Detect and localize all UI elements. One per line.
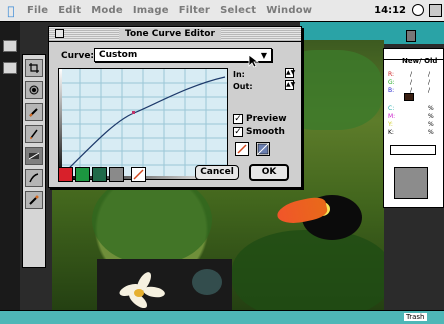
curve-grid [59, 69, 227, 179]
smooth-checkbox[interactable]: ✓ [233, 127, 243, 137]
curve-label: Curve: [61, 51, 95, 61]
close-box[interactable] [55, 29, 64, 38]
palette-collapse-icon[interactable] [406, 30, 416, 42]
channel-pen-button[interactable] [131, 167, 146, 182]
info-palette-title: New/ Old [402, 57, 438, 65]
menu-image[interactable]: Image [128, 5, 174, 16]
tone-curve-graph[interactable] [58, 68, 228, 180]
trash-label[interactable]: Trash [404, 313, 427, 321]
input-stepper[interactable]: ▲▼ [285, 68, 295, 78]
menu-select[interactable]: Select [215, 5, 261, 16]
info-old-b: / [428, 87, 431, 94]
channel-gray-swatch[interactable] [109, 167, 124, 182]
info-label-m: M: [388, 113, 396, 120]
info-palette: New/ Old R: / / G: / / B: / / C: % M: % … [383, 48, 444, 208]
info-old-g: / [428, 79, 431, 86]
info-label-k: K: [388, 129, 394, 136]
curve-select[interactable]: Custom ▼ [94, 48, 272, 62]
info-readout-field [390, 145, 436, 155]
menu-file[interactable]: File [22, 5, 53, 16]
flower-photo [97, 259, 232, 310]
foreground-color-swatch[interactable] [394, 167, 428, 199]
smudge-tool-icon [29, 173, 39, 183]
channel-blue-swatch[interactable] [92, 167, 107, 182]
menu-mode[interactable]: Mode [86, 5, 128, 16]
smudge-tool[interactable] [25, 169, 43, 187]
output-stepper[interactable]: ▲▼ [285, 80, 295, 90]
crop-tool-icon [29, 63, 39, 73]
info-label-b: B: [388, 87, 395, 94]
info-old-k: % [428, 129, 434, 136]
input-value-label: In: [233, 70, 245, 79]
desktop-bottom-bar [0, 310, 444, 324]
mouse-cursor-icon [248, 54, 260, 68]
cancel-button[interactable]: Cancel [195, 165, 239, 180]
point-curve-tool[interactable] [256, 142, 270, 156]
tool-palette [22, 54, 46, 268]
info-old-m: % [428, 113, 434, 120]
document-icon[interactable] [3, 62, 17, 74]
brush-tool[interactable] [25, 103, 43, 121]
chevron-down-icon: ▼ [260, 51, 267, 60]
preview-label[interactable]: Preview [246, 114, 287, 124]
apple-icon[interactable]:  [0, 4, 22, 18]
gradient-tool[interactable] [25, 147, 43, 165]
menu-filter[interactable]: Filter [174, 5, 215, 16]
info-old-r: / [428, 71, 431, 78]
sample-color-swatch [404, 93, 414, 101]
menu-clock: 14:12 [374, 5, 406, 16]
foliage-shape [92, 175, 212, 265]
freehand-curve-tool[interactable] [235, 142, 249, 156]
info-old-y: % [428, 121, 434, 128]
pen-icon [133, 169, 144, 180]
tone-curve-editor-dialog: Tone Curve Editor Curve: Custom ▼ In: ▲▼ [48, 26, 302, 188]
info-label-y: Y: [388, 121, 393, 128]
curve-control-point[interactable] [132, 111, 135, 114]
channel-red-swatch[interactable] [58, 167, 73, 182]
brush-tool-icon [29, 108, 38, 117]
info-label-g: G: [388, 79, 395, 86]
crop-tool[interactable] [25, 59, 43, 77]
info-old-c: % [428, 105, 434, 112]
output-value-label: Out: [233, 82, 253, 91]
info-label-r: R: [388, 71, 395, 78]
document-icon[interactable] [3, 40, 17, 52]
menu-bar:  File Edit Mode Image Filter Select Win… [0, 0, 444, 22]
pen-tool-icon [30, 129, 38, 139]
foliage-shape [232, 230, 384, 310]
gradient-tool-icon [29, 152, 39, 160]
pen-tool[interactable] [25, 125, 43, 143]
curve-select-value: Custom [99, 50, 138, 60]
eyedropper-tool-icon [29, 195, 39, 205]
dialog-title: Tone Curve Editor [119, 28, 221, 40]
menu-window[interactable]: Window [261, 5, 317, 16]
input-gradient-bar [59, 69, 62, 179]
info-new-g: / [410, 79, 413, 86]
smooth-label[interactable]: Smooth [246, 127, 285, 137]
stamp-tool-icon [29, 85, 39, 95]
dialog-titlebar[interactable]: Tone Curve Editor [49, 27, 301, 42]
application-icon[interactable] [429, 4, 442, 17]
eyedropper-tool[interactable] [25, 191, 43, 209]
channel-green-swatch[interactable] [75, 167, 90, 182]
clock-icon[interactable] [412, 4, 424, 16]
info-label-c: C: [388, 105, 395, 112]
ok-button[interactable]: OK [249, 164, 289, 181]
info-new-r: / [410, 71, 413, 78]
stamp-tool[interactable] [25, 81, 43, 99]
preview-checkbox[interactable]: ✓ [233, 114, 243, 124]
grid-icon [257, 143, 269, 155]
menu-edit[interactable]: Edit [53, 5, 86, 16]
pencil-icon [237, 144, 247, 154]
